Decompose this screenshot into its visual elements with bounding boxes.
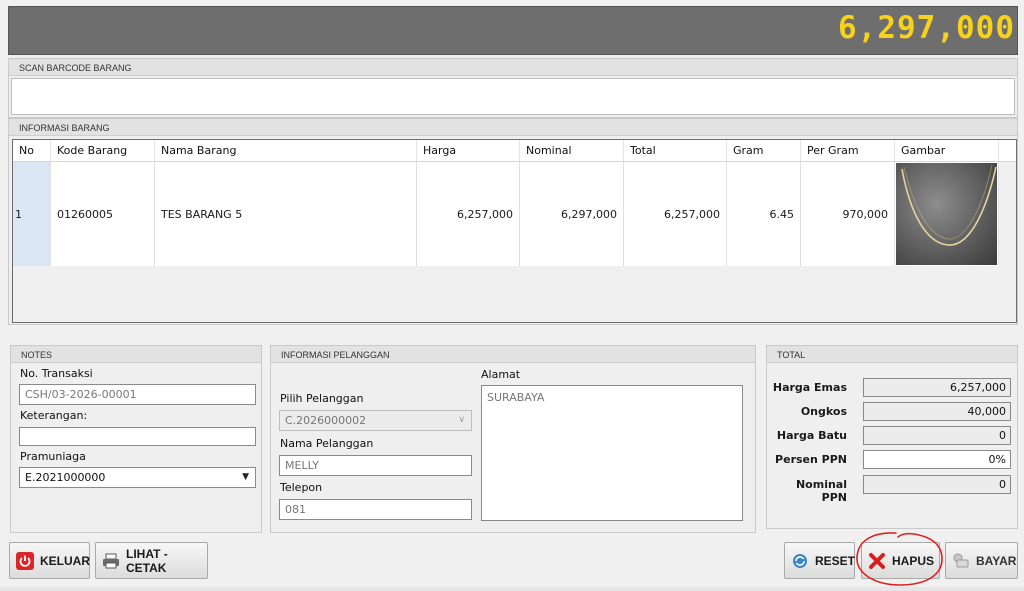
total-title: TOTAL [767,346,1017,363]
hapus-button[interactable]: HAPUS [861,542,940,579]
harga-emas-label: Harga Emas [772,381,847,394]
necklace-image [896,163,997,265]
col-header-per-gram[interactable]: Per Gram [801,140,895,161]
power-icon [16,551,34,570]
payment-icon [952,552,970,570]
keluar-label: KELUAR [40,553,90,568]
total-banner: 6,297,000 [8,6,1018,55]
col-header-nama[interactable]: Nama Barang [155,140,417,161]
lihat-cetak-label: LIHAT - CETAK [126,546,168,575]
telepon-label: Telepon [280,481,323,494]
table-row[interactable]: 1 01260005 TES BARANG 5 6,257,000 6,297,… [13,162,1016,266]
grand-total-display: 6,297,000 [838,10,1015,46]
col-header-kode[interactable]: Kode Barang [51,140,155,161]
item-info-panel: INFORMASI BARANG No Kode Barang Nama Bar… [8,118,1018,325]
notes-title: NOTES [11,346,261,363]
harga-batu-field: 0 [863,426,1011,445]
barcode-input[interactable] [11,78,1015,115]
col-header-nominal[interactable]: Nominal [520,140,624,161]
cell-gambar [895,162,999,266]
reset-button[interactable]: RESET [784,542,855,579]
nominal-ppn-field: 0 [863,475,1011,494]
telepon-field[interactable]: 081 [279,499,472,520]
nama-pelanggan-label: Nama Pelanggan [280,437,374,450]
col-header-harga[interactable]: Harga [417,140,520,161]
harga-emas-field: 6,257,000 [863,378,1011,397]
cell-gram: 6.45 [727,162,801,266]
cell-harga: 6,257,000 [417,162,520,266]
bottom-strip [0,587,1024,591]
dropdown-arrow-icon: ▼ [242,472,249,482]
cell-nominal: 6,297,000 [520,162,624,266]
cell-nama: TES BARANG 5 [155,162,417,266]
hapus-label: HAPUS [892,553,935,568]
scan-barcode-panel: SCAN BARCODE BARANG [8,58,1018,118]
cell-per-gram: 970,000 [801,162,895,266]
col-header-gram[interactable]: Gram [727,140,801,161]
scan-barcode-title: SCAN BARCODE BARANG [9,59,1017,76]
delete-x-icon [868,552,886,570]
cell-no: 1 [13,162,51,266]
nominal-ppn-label: Nominal PPN [795,478,847,504]
chevron-down-icon: ∨ [458,415,465,425]
items-table[interactable]: No Kode Barang Nama Barang Harga Nominal… [12,139,1017,323]
pilih-pelanggan-value: C.2026000002 [285,414,367,427]
col-header-gambar[interactable]: Gambar [895,140,999,161]
alamat-label: Alamat [481,368,521,381]
customer-info-title: INFORMASI PELANGGAN [271,346,755,363]
bayar-label: BAYAR [976,553,1017,568]
keluar-button[interactable]: KELUAR [9,542,90,579]
reset-label: RESET [815,553,856,568]
pilih-pelanggan-label: Pilih Pelanggan [280,392,364,405]
keterangan-field[interactable] [19,427,256,446]
item-info-title: INFORMASI BARANG [9,119,1017,136]
no-transaksi-field[interactable]: CSH/03-2026-00001 [19,384,256,405]
refresh-icon [791,552,809,570]
cell-kode: 01260005 [51,162,155,266]
harga-batu-label: Harga Batu [776,429,847,442]
ongkos-field: 40,000 [863,402,1011,421]
alamat-field[interactable]: SURABAYA [481,385,743,521]
lihat-cetak-button[interactable]: LIHAT - CETAK [95,542,208,579]
bayar-button[interactable]: BAYAR [945,542,1018,579]
col-header-total[interactable]: Total [624,140,727,161]
table-header: No Kode Barang Nama Barang Harga Nominal… [13,140,1016,162]
pramuniaga-select[interactable]: E.2021000000 ▼ [19,467,256,488]
col-header-no[interactable]: No [13,140,51,161]
pramuniaga-label: Pramuniaga [20,450,86,463]
persen-ppn-label: Persen PPN [775,453,847,466]
printer-icon [102,552,120,570]
nama-pelanggan-field[interactable]: MELLY [279,455,472,476]
pramuniaga-value: E.2021000000 [25,471,106,484]
persen-ppn-field[interactable]: 0% [863,450,1011,469]
notes-panel: NOTES No. Transaksi CSH/03-2026-00001 Ke… [10,345,262,533]
pilih-pelanggan-select[interactable]: C.2026000002 ∨ [279,410,472,431]
keterangan-label: Keterangan: [20,409,88,422]
total-panel: TOTAL Harga Emas 6,257,000 Ongkos 40,000… [766,345,1018,529]
customer-info-panel: INFORMASI PELANGGAN Pilih Pelanggan C.20… [270,345,756,533]
no-transaksi-label: No. Transaksi [20,367,93,380]
ongkos-label: Ongkos [800,405,847,418]
cell-total: 6,257,000 [624,162,727,266]
